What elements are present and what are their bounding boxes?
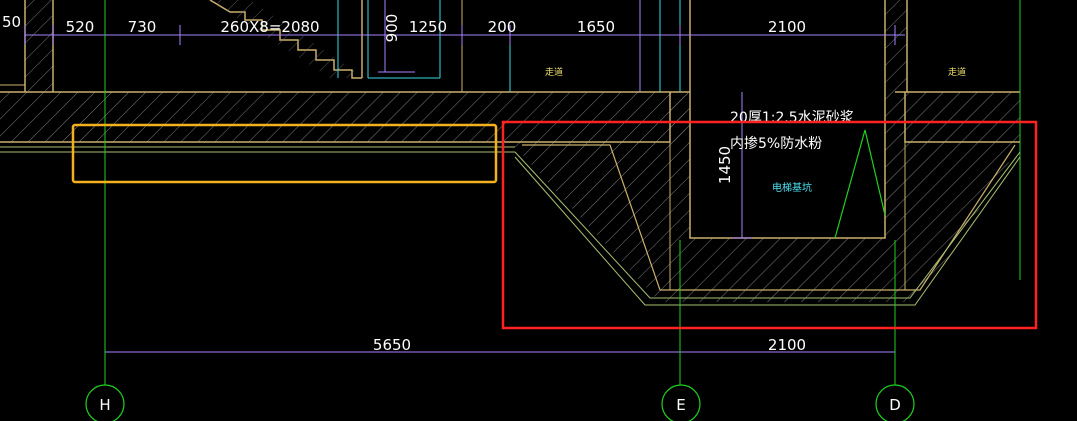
stair-section	[209, 0, 365, 79]
mortar-note-line2: 内掺5%防水粉	[730, 135, 822, 152]
dim-520: 520	[66, 18, 95, 36]
dim-200: 200	[488, 18, 517, 36]
dim-900: 900	[383, 14, 401, 43]
axis-bubble-h: H	[85, 384, 125, 421]
dim-stair: 260X8=2080	[220, 18, 319, 36]
dim-2100-bottom: 2100	[768, 336, 806, 354]
axis-label-e: E	[676, 396, 685, 414]
corridor-label-right: 走道	[948, 66, 966, 78]
axis-bubble-d: D	[875, 384, 915, 421]
elevator-pit-label: 电梯基坑	[772, 181, 812, 194]
corridor-label-left: 走道	[545, 66, 563, 78]
dim-1650: 1650	[577, 18, 615, 36]
axis-label-h: H	[99, 396, 110, 414]
axis-label-d: D	[889, 396, 901, 414]
dim-50: 50	[2, 13, 21, 31]
dim-730: 730	[128, 18, 157, 36]
dim-2100-top: 2100	[768, 18, 806, 36]
dim-1250: 1250	[409, 18, 447, 36]
axis-bubble-e: E	[661, 384, 701, 421]
dim-5650: 5650	[373, 336, 411, 354]
mortar-note-line1: 20厚1:2.5水泥砂浆	[730, 110, 854, 126]
cad-drawing-canvas: H E D 50 520 730 260X8=2080 900 1250 200…	[0, 0, 1038, 421]
